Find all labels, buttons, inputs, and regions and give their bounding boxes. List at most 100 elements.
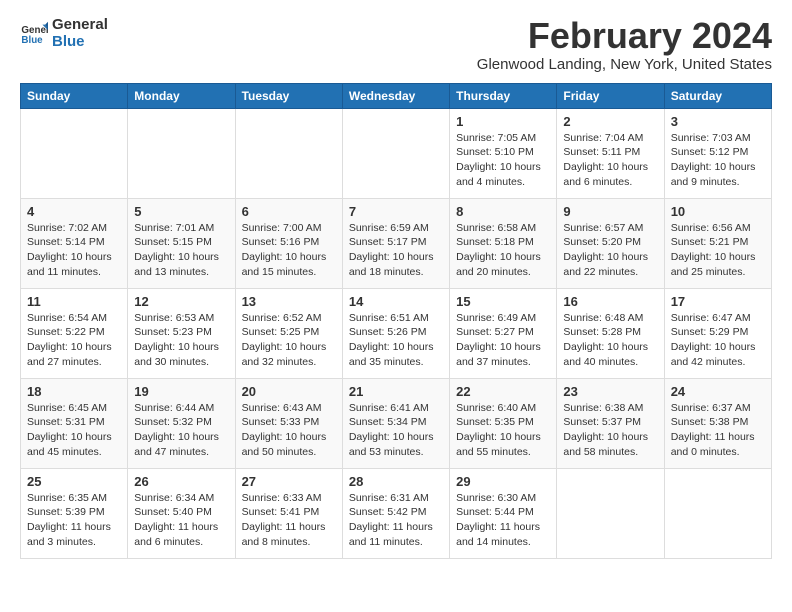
weekday-header: Monday	[128, 83, 235, 108]
calendar-cell: 7 Sunrise: 6:59 AM Sunset: 5:17 PM Daylig…	[342, 198, 449, 288]
calendar-cell: 9 Sunrise: 6:57 AM Sunset: 5:20 PM Daylig…	[557, 198, 664, 288]
weekday-header: Tuesday	[235, 83, 342, 108]
day-info: Sunrise: 6:44 AM Sunset: 5:32 PM Dayligh…	[134, 401, 228, 460]
calendar-cell	[664, 468, 771, 558]
day-number: 5	[134, 204, 228, 219]
day-number: 8	[456, 204, 550, 219]
calendar-cell: 1 Sunrise: 7:05 AM Sunset: 5:10 PM Daylig…	[450, 108, 557, 198]
calendar-cell: 5 Sunrise: 7:01 AM Sunset: 5:15 PM Daylig…	[128, 198, 235, 288]
title-section: February 2024 Glenwood Landing, New York…	[477, 16, 772, 73]
day-info: Sunrise: 7:05 AM Sunset: 5:10 PM Dayligh…	[456, 131, 550, 190]
day-number: 22	[456, 384, 550, 399]
day-info: Sunrise: 6:52 AM Sunset: 5:25 PM Dayligh…	[242, 311, 336, 370]
day-number: 9	[563, 204, 657, 219]
day-info: Sunrise: 6:43 AM Sunset: 5:33 PM Dayligh…	[242, 401, 336, 460]
calendar-cell: 12 Sunrise: 6:53 AM Sunset: 5:23 PM Dayli…	[128, 288, 235, 378]
calendar-cell: 21Sunrise: 6:41 AM Sunset: 5:34 PM Dayli…	[342, 378, 449, 468]
day-number: 27	[242, 474, 336, 489]
calendar-cell: 20 Sunrise: 6:43 AM Sunset: 5:33 PM Dayli…	[235, 378, 342, 468]
calendar-cell: 23 Sunrise: 6:38 AM Sunset: 5:37 PM Dayli…	[557, 378, 664, 468]
calendar-week-row: 1 Sunrise: 7:05 AM Sunset: 5:10 PM Daylig…	[21, 108, 772, 198]
day-number: 1	[456, 114, 550, 129]
day-info: Sunrise: 6:53 AM Sunset: 5:23 PM Dayligh…	[134, 311, 228, 370]
day-info: Sunrise: 6:56 AM Sunset: 5:21 PM Dayligh…	[671, 221, 765, 280]
weekday-header: Sunday	[21, 83, 128, 108]
calendar-cell: 26Sunrise: 6:34 AM Sunset: 5:40 PM Dayli…	[128, 468, 235, 558]
logo-icon: General Blue	[20, 19, 48, 47]
header: General Blue General Blue February 2024 …	[20, 16, 772, 73]
day-info: Sunrise: 7:01 AM Sunset: 5:15 PM Dayligh…	[134, 221, 228, 280]
logo-text: General Blue	[52, 16, 108, 50]
day-info: Sunrise: 6:51 AM Sunset: 5:26 PM Dayligh…	[349, 311, 443, 370]
day-number: 24	[671, 384, 765, 399]
calendar-cell: 3 Sunrise: 7:03 AM Sunset: 5:12 PM Daylig…	[664, 108, 771, 198]
day-info: Sunrise: 7:03 AM Sunset: 5:12 PM Dayligh…	[671, 131, 765, 190]
calendar-cell: 8Sunrise: 6:58 AM Sunset: 5:18 PM Daylig…	[450, 198, 557, 288]
day-number: 2	[563, 114, 657, 129]
calendar-cell: 11 Sunrise: 6:54 AM Sunset: 5:22 PM Dayli…	[21, 288, 128, 378]
calendar-week-row: 25 Sunrise: 6:35 AM Sunset: 5:39 PM Dayli…	[21, 468, 772, 558]
calendar-cell: 25 Sunrise: 6:35 AM Sunset: 5:39 PM Dayli…	[21, 468, 128, 558]
day-number: 19	[134, 384, 228, 399]
calendar-cell	[342, 108, 449, 198]
day-info: Sunrise: 6:47 AM Sunset: 5:29 PM Dayligh…	[671, 311, 765, 370]
day-info: Sunrise: 6:59 AM Sunset: 5:17 PM Dayligh…	[349, 221, 443, 280]
day-number: 14	[349, 294, 443, 309]
day-info: Sunrise: 6:54 AM Sunset: 5:22 PM Dayligh…	[27, 311, 121, 370]
weekday-header: Wednesday	[342, 83, 449, 108]
calendar-cell: 28 Sunrise: 6:31 AM Sunset: 5:42 PM Dayli…	[342, 468, 449, 558]
day-info: Sunrise: 6:57 AM Sunset: 5:20 PM Dayligh…	[563, 221, 657, 280]
weekday-header: Thursday	[450, 83, 557, 108]
calendar-cell: 19 Sunrise: 6:44 AM Sunset: 5:32 PM Dayli…	[128, 378, 235, 468]
day-number: 12	[134, 294, 228, 309]
day-number: 21	[349, 384, 443, 399]
calendar-cell: 13Sunrise: 6:52 AM Sunset: 5:25 PM Dayli…	[235, 288, 342, 378]
calendar-cell: 2Sunrise: 7:04 AM Sunset: 5:11 PM Daylig…	[557, 108, 664, 198]
calendar-week-row: 11 Sunrise: 6:54 AM Sunset: 5:22 PM Dayli…	[21, 288, 772, 378]
day-info: Sunrise: 7:02 AM Sunset: 5:14 PM Dayligh…	[27, 221, 121, 280]
calendar-cell	[235, 108, 342, 198]
day-number: 6	[242, 204, 336, 219]
day-number: 17	[671, 294, 765, 309]
day-info: Sunrise: 6:45 AM Sunset: 5:31 PM Dayligh…	[27, 401, 121, 460]
calendar-header-row: SundayMondayTuesdayWednesdayThursdayFrid…	[21, 83, 772, 108]
calendar-cell: 16 Sunrise: 6:48 AM Sunset: 5:28 PM Dayli…	[557, 288, 664, 378]
day-info: Sunrise: 6:31 AM Sunset: 5:42 PM Dayligh…	[349, 491, 443, 550]
month-title: February 2024	[477, 16, 772, 56]
day-number: 20	[242, 384, 336, 399]
calendar-cell: 17 Sunrise: 6:47 AM Sunset: 5:29 PM Dayli…	[664, 288, 771, 378]
day-info: Sunrise: 6:40 AM Sunset: 5:35 PM Dayligh…	[456, 401, 550, 460]
location-title: Glenwood Landing, New York, United State…	[477, 56, 772, 73]
day-info: Sunrise: 6:38 AM Sunset: 5:37 PM Dayligh…	[563, 401, 657, 460]
day-number: 3	[671, 114, 765, 129]
day-number: 29	[456, 474, 550, 489]
day-number: 18	[27, 384, 121, 399]
calendar-table: SundayMondayTuesdayWednesdayThursdayFrid…	[20, 83, 772, 559]
day-info: Sunrise: 6:48 AM Sunset: 5:28 PM Dayligh…	[563, 311, 657, 370]
svg-text:Blue: Blue	[21, 35, 43, 46]
calendar-week-row: 18 Sunrise: 6:45 AM Sunset: 5:31 PM Dayli…	[21, 378, 772, 468]
day-info: Sunrise: 6:37 AM Sunset: 5:38 PM Dayligh…	[671, 401, 765, 460]
calendar-cell: 14 Sunrise: 6:51 AM Sunset: 5:26 PM Dayli…	[342, 288, 449, 378]
day-number: 25	[27, 474, 121, 489]
day-info: Sunrise: 6:35 AM Sunset: 5:39 PM Dayligh…	[27, 491, 121, 550]
day-number: 23	[563, 384, 657, 399]
day-info: Sunrise: 6:49 AM Sunset: 5:27 PM Dayligh…	[456, 311, 550, 370]
weekday-header: Saturday	[664, 83, 771, 108]
logo: General Blue General Blue	[20, 16, 108, 50]
day-number: 16	[563, 294, 657, 309]
day-number: 11	[27, 294, 121, 309]
day-info: Sunrise: 6:34 AM Sunset: 5:40 PM Dayligh…	[134, 491, 228, 550]
day-info: Sunrise: 6:33 AM Sunset: 5:41 PM Dayligh…	[242, 491, 336, 550]
calendar-week-row: 4 Sunrise: 7:02 AM Sunset: 5:14 PM Daylig…	[21, 198, 772, 288]
calendar-cell: 4 Sunrise: 7:02 AM Sunset: 5:14 PM Daylig…	[21, 198, 128, 288]
day-number: 4	[27, 204, 121, 219]
day-number: 10	[671, 204, 765, 219]
day-info: Sunrise: 6:30 AM Sunset: 5:44 PM Dayligh…	[456, 491, 550, 550]
calendar-cell	[21, 108, 128, 198]
day-number: 28	[349, 474, 443, 489]
day-number: 7	[349, 204, 443, 219]
calendar-cell: 6Sunrise: 7:00 AM Sunset: 5:16 PM Daylig…	[235, 198, 342, 288]
calendar-cell	[128, 108, 235, 198]
calendar-cell: 29 Sunrise: 6:30 AM Sunset: 5:44 PM Dayli…	[450, 468, 557, 558]
